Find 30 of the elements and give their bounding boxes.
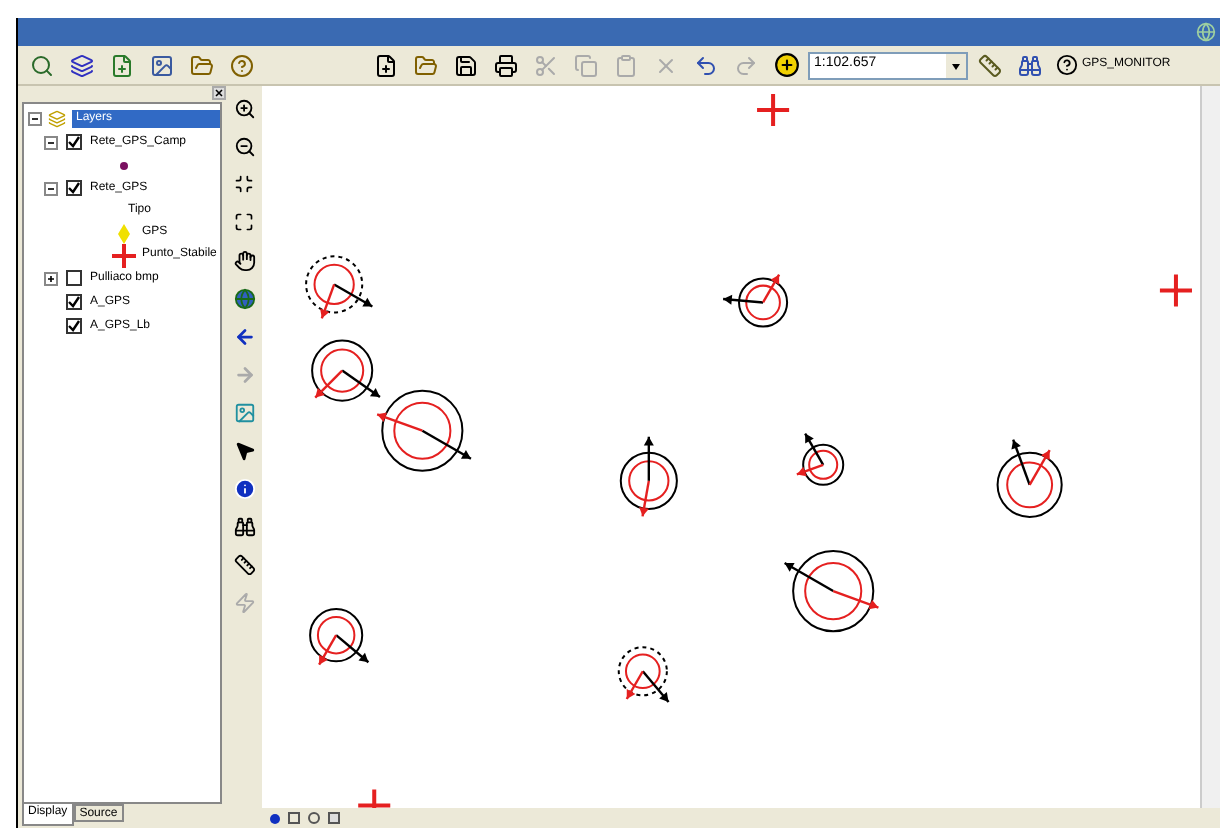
gps-station-symbol bbox=[309, 608, 370, 666]
gps-station-symbol bbox=[617, 646, 670, 704]
cross-symbol-icon bbox=[112, 243, 136, 268]
layer-checkbox[interactable] bbox=[66, 134, 82, 151]
layers-icon bbox=[48, 110, 66, 129]
help-icon bbox=[1056, 54, 1078, 77]
gps-station-symbol bbox=[796, 433, 845, 487]
gps-station-symbol bbox=[311, 340, 381, 403]
collapse-icon[interactable] bbox=[44, 181, 58, 196]
scrollbar[interactable] bbox=[1200, 86, 1220, 808]
gps-station-symbol bbox=[996, 439, 1063, 519]
gps-station-symbol bbox=[376, 390, 472, 473]
gps-station-symbol bbox=[723, 274, 789, 328]
layer-checkbox[interactable] bbox=[66, 180, 82, 197]
cross-marker bbox=[1157, 272, 1194, 309]
collapse-icon[interactable] bbox=[28, 112, 42, 127]
gps-station-symbol bbox=[784, 550, 879, 633]
gps-station-symbol bbox=[305, 255, 373, 320]
expand-icon[interactable] bbox=[44, 271, 58, 286]
cross-marker bbox=[755, 92, 792, 129]
globe-icon bbox=[1196, 22, 1216, 43]
layer-checkbox[interactable] bbox=[66, 294, 82, 311]
cross-marker bbox=[356, 787, 393, 808]
layer-checkbox[interactable] bbox=[66, 270, 82, 287]
diamond-symbol-icon bbox=[118, 223, 130, 244]
gps-station-symbol bbox=[619, 437, 678, 518]
collapse-icon[interactable] bbox=[44, 135, 58, 150]
dot-symbol-icon bbox=[120, 161, 128, 170]
close-icon[interactable] bbox=[212, 86, 226, 101]
layer-checkbox[interactable] bbox=[66, 318, 82, 335]
